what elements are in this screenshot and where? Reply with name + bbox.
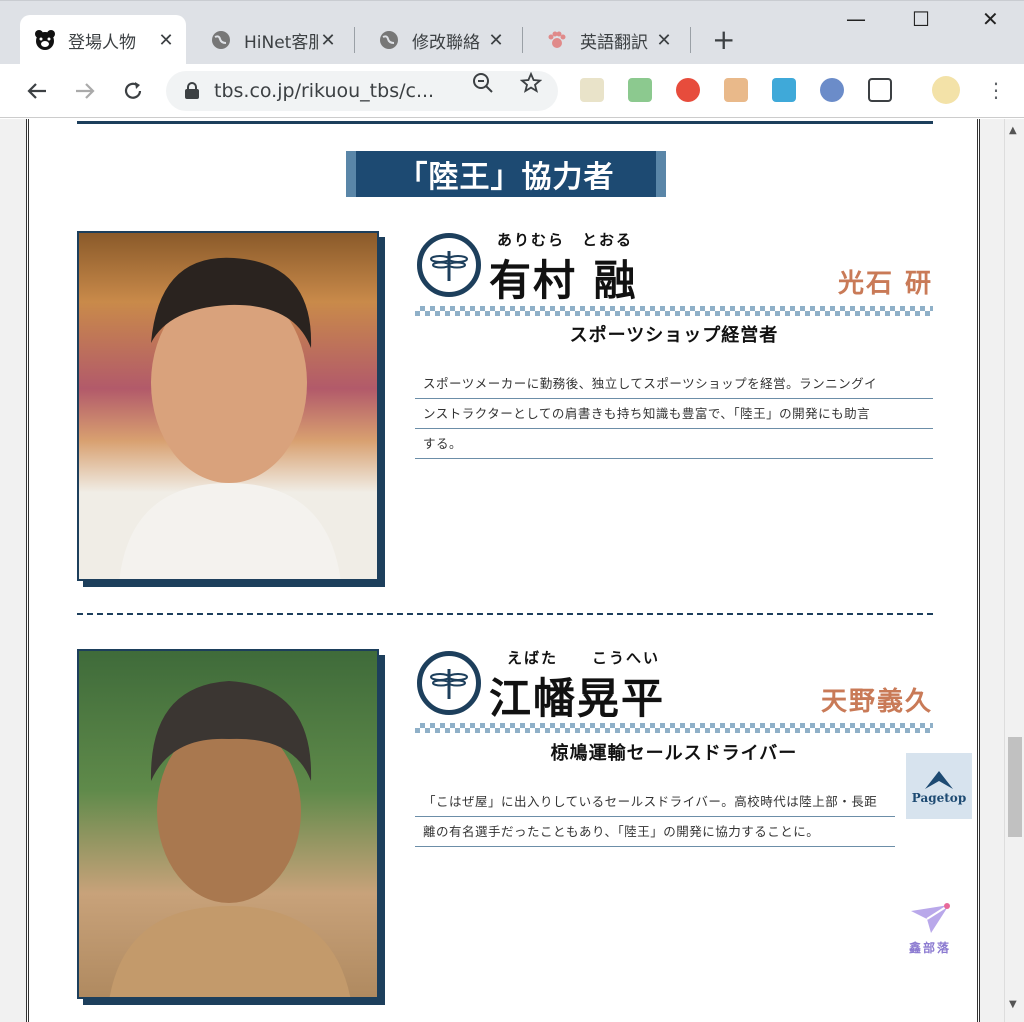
dragonfly-crest-icon: [417, 233, 481, 297]
extension-face-icon[interactable]: [724, 78, 748, 102]
extension-avatar-icon[interactable]: [820, 78, 844, 102]
tab-strip: 登場人物 ✕ HiNet客服 ✕ 修改聯絡 ✕ 英語翻訳 ✕ + — ☐ ✕: [0, 0, 1024, 65]
description-line: ンストラクターとしての肩書きも持ち知識も豊富で、「陸王」の開発にも助言: [415, 399, 933, 429]
checker-divider: [415, 306, 933, 316]
menu-icon[interactable]: ⋮: [986, 78, 1006, 102]
forward-button[interactable]: [70, 76, 100, 106]
character-role: 椋鳩運輸セールスドライバー: [550, 743, 798, 764]
extension-mail-icon[interactable]: [628, 78, 652, 102]
character-name: 有村 融: [489, 256, 638, 305]
extension-share-icon[interactable]: [772, 78, 796, 102]
character-photo: [77, 231, 379, 581]
back-button[interactable]: [22, 76, 52, 106]
description-line: する。: [415, 429, 933, 459]
reload-icon: [124, 82, 142, 99]
actor-name: 光石 研: [837, 269, 933, 299]
tab-close-icon[interactable]: ✕: [156, 30, 176, 51]
bookmark-star-icon[interactable]: [519, 71, 543, 99]
page-content: 「陸王」協力者 ありむら とおる 有村 融 光石 研 スポーツショップ経営者 ス…: [26, 119, 980, 1022]
dragonfly-crest-icon: [417, 651, 481, 715]
new-tab-button[interactable]: +: [712, 23, 735, 56]
character-name: 江幡晃平: [489, 674, 666, 723]
globe-icon: [378, 29, 400, 51]
tab-close-icon[interactable]: ✕: [486, 30, 506, 51]
scroll-down-arrow-icon[interactable]: ▼: [1009, 999, 1017, 1010]
address-bar[interactable]: tbs.co.jp/rikuou_tbs/c...: [166, 71, 558, 111]
portrait-illustration: [119, 257, 341, 579]
screenshot-icon[interactable]: [868, 78, 892, 102]
paper-plane-icon: [911, 903, 950, 933]
tab-close-icon[interactable]: ✕: [318, 30, 338, 51]
lock-icon: [185, 82, 199, 99]
pagetop-label: Pagetop: [911, 791, 967, 805]
extension-color-icon[interactable]: [676, 78, 700, 102]
checker-divider: [415, 723, 933, 733]
tab-title: 英語翻訳: [580, 32, 648, 53]
vertical-scrollbar[interactable]: ▲ ▼: [1004, 119, 1024, 1022]
minimize-button[interactable]: —: [846, 7, 866, 31]
globe-icon: [210, 29, 232, 51]
section-title: 「陸王」協力者: [397, 160, 615, 195]
character-photo: [77, 649, 379, 999]
browser-toolbar: tbs.co.jp/rikuou_tbs/c... ⋮: [0, 64, 1024, 118]
tab-title: HiNet客服: [244, 32, 318, 53]
tab-contact[interactable]: 修改聯絡 ✕: [364, 15, 516, 65]
tab-hinet[interactable]: HiNet客服 ✕: [196, 15, 348, 65]
close-window-button[interactable]: ✕: [982, 7, 999, 31]
section-divider: [77, 613, 933, 615]
description-line: スポーツメーカーに勤務後、独立してスポーツショップを経営。ランニングイ: [415, 369, 933, 399]
arrow-right-icon: [76, 83, 95, 99]
character-description: 「こはぜ屋」に出入りしているセールスドライバー。高校時代は陸上部・長距 離の有名…: [415, 787, 895, 847]
character-role: スポーツショップ経営者: [569, 325, 779, 346]
pagetop-button[interactable]: Pagetop: [906, 753, 972, 819]
section-banner: 「陸王」協力者: [346, 151, 666, 197]
tab-characters[interactable]: 登場人物 ✕: [20, 15, 186, 65]
reload-button[interactable]: [118, 76, 148, 106]
profile-avatar-icon[interactable]: [932, 76, 960, 104]
tab-translate[interactable]: 英語翻訳 ✕: [532, 15, 684, 65]
arrow-left-icon: [27, 83, 46, 99]
description-line: 離の有名選手だったこともあり、「陸王」の開発に協力することに。: [415, 817, 895, 847]
scroll-up-arrow-icon[interactable]: ▲: [1009, 125, 1017, 136]
divider: [77, 121, 933, 124]
watermark-logo: 鑫部落: [900, 901, 960, 956]
extension-notes-icon[interactable]: [580, 78, 604, 102]
url-text: tbs.co.jp/rikuou_tbs/c...: [214, 80, 435, 102]
page-viewport: 「陸王」協力者 ありむら とおる 有村 融 光石 研 スポーツショップ経営者 ス…: [0, 119, 1024, 1022]
portrait-illustration: [109, 681, 351, 997]
maximize-button[interactable]: ☐: [912, 7, 930, 31]
description-line: 「こはぜ屋」に出入りしているセールスドライバー。高校時代は陸上部・長距: [415, 787, 895, 817]
tab-close-icon[interactable]: ✕: [654, 30, 674, 51]
actor-name: 天野義久: [820, 687, 933, 717]
chevron-up-icon: [925, 771, 953, 789]
paw-icon: [546, 29, 568, 51]
character-description: スポーツメーカーに勤務後、独立してスポーツショップを経営。ランニングイ ンストラ…: [415, 369, 933, 459]
tab-separator: [354, 27, 355, 53]
tab-title: 登場人物: [68, 32, 136, 53]
zoom-icon[interactable]: [472, 72, 494, 99]
bear-favicon-icon: [34, 29, 56, 51]
scroll-thumb[interactable]: [1008, 737, 1022, 837]
tab-title: 修改聯絡: [412, 32, 480, 53]
watermark-text: 鑫部落: [908, 941, 951, 955]
tab-separator: [690, 27, 691, 53]
tab-separator: [522, 27, 523, 53]
